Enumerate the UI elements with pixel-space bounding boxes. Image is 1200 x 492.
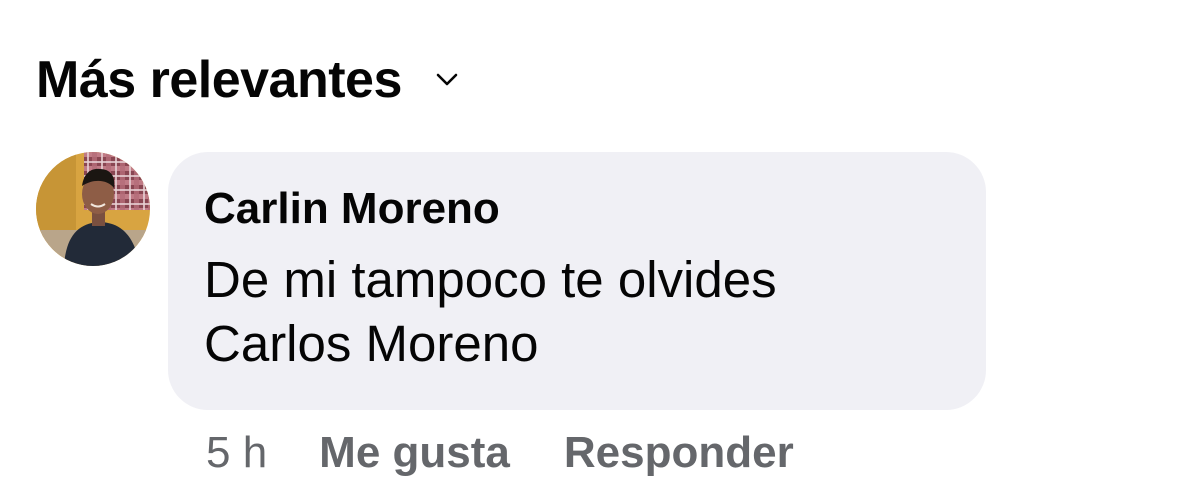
comment-bubble: Carlin Moreno De mi tampoco te olvides C… (168, 152, 986, 410)
reply-button[interactable]: Responder (564, 428, 794, 478)
comment-text-line: De mi tampoco te olvides (204, 251, 777, 308)
like-button[interactable]: Me gusta (319, 428, 510, 478)
avatar[interactable] (36, 152, 150, 266)
comment-timestamp[interactable]: 5 h (206, 428, 267, 478)
comment-text: De mi tampoco te olvides Carlos Moreno (204, 248, 964, 376)
chevron-down-icon (436, 69, 458, 91)
comment-text-line: Carlos Moreno (204, 315, 539, 372)
comment-author[interactable]: Carlin Moreno (204, 184, 500, 234)
sort-dropdown[interactable]: Más relevantes (36, 42, 458, 118)
comment-actions: 5 h Me gusta Responder (206, 424, 794, 482)
sort-label: Más relevantes (36, 51, 402, 109)
